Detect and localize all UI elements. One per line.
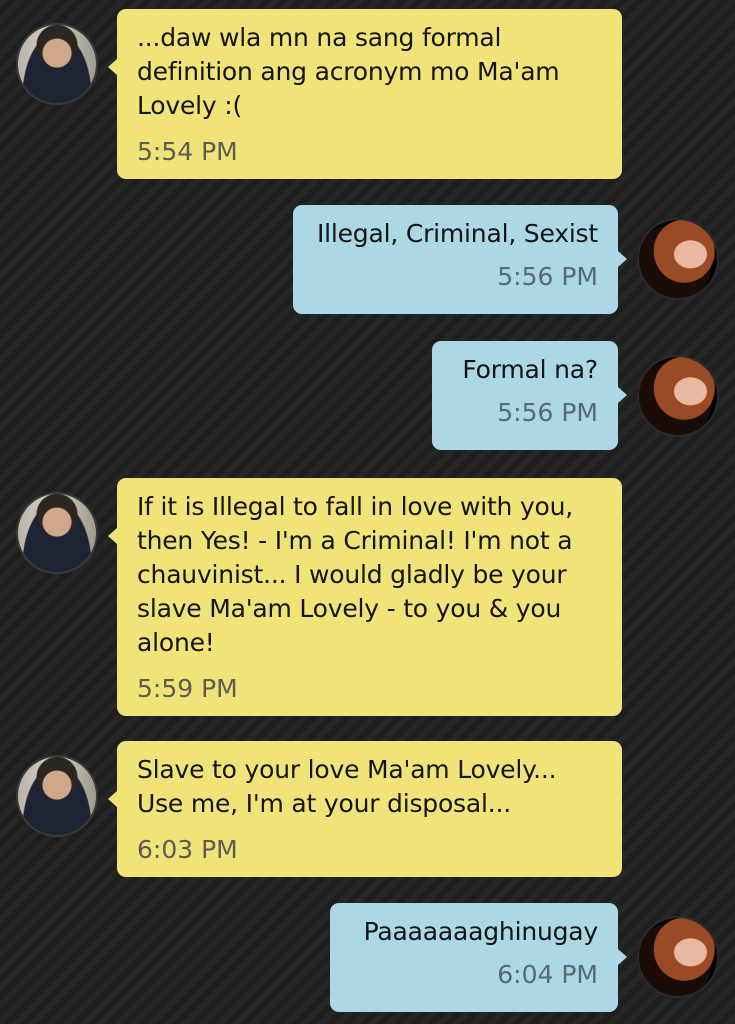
outgoing-message-bubble[interactable]: Formal na? 5:56 PM — [432, 341, 627, 450]
message-text: If it is Illegal to fall in love with yo… — [137, 492, 574, 657]
message-timestamp: 6:04 PM — [497, 960, 598, 989]
outgoing-message-bubble[interactable]: Illegal, Criminal, Sexist 5:56 PM — [293, 205, 627, 314]
chat-thread: ...daw wla mn na sang formal definition … — [0, 0, 735, 1024]
message-text: Paaaaaaaghinugay — [363, 917, 599, 946]
incoming-message-bubble[interactable]: If it is Illegal to fall in love with yo… — [108, 478, 622, 716]
message-timestamp: 5:56 PM — [497, 262, 598, 291]
message-text: Illegal, Criminal, Sexist — [316, 219, 598, 248]
contact-avatar[interactable] — [16, 492, 98, 574]
incoming-message-bubble[interactable]: Slave to your love Ma'am Lovely... Use m… — [108, 741, 622, 877]
message-timestamp: 5:54 PM — [137, 137, 238, 166]
message-timestamp: 6:03 PM — [137, 835, 238, 864]
incoming-message-bubble[interactable]: ...daw wla mn na sang formal definition … — [108, 9, 622, 179]
user-avatar[interactable] — [637, 916, 719, 998]
message-text: ...daw wla mn na sang formal definition … — [137, 23, 560, 120]
message-text: Formal na? — [462, 355, 598, 384]
message-text: Slave to your love Ma'am Lovely... Use m… — [137, 755, 557, 818]
user-avatar[interactable] — [637, 355, 719, 437]
message-timestamp: 5:56 PM — [497, 398, 598, 427]
contact-avatar[interactable] — [16, 23, 98, 105]
user-avatar[interactable] — [637, 218, 719, 300]
contact-avatar[interactable] — [16, 755, 98, 837]
outgoing-message-bubble[interactable]: Paaaaaaaghinugay 6:04 PM — [330, 903, 627, 1012]
message-timestamp: 5:59 PM — [137, 674, 238, 703]
